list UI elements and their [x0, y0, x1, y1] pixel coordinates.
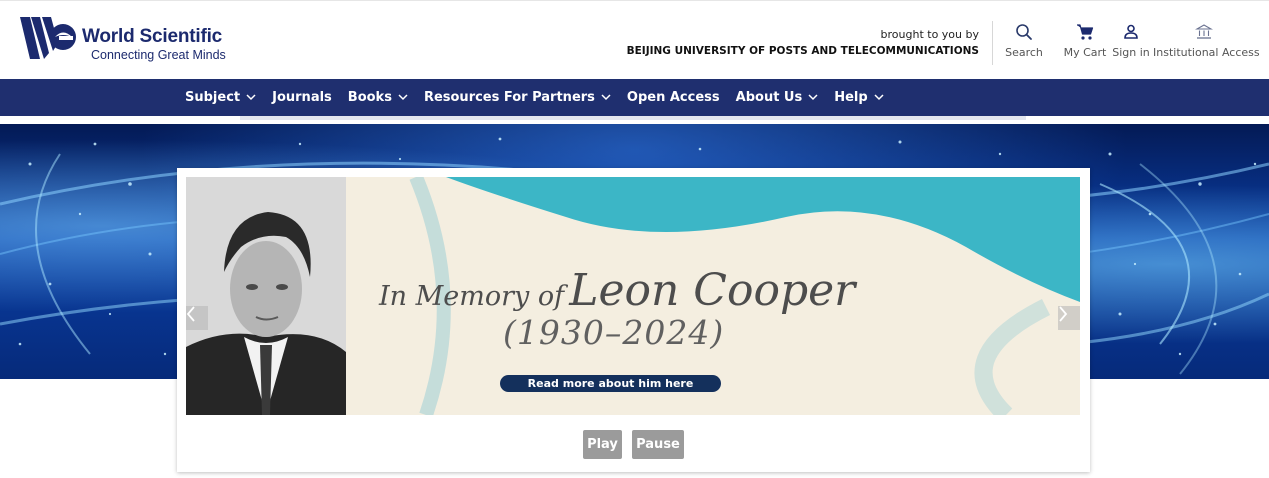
chevron-right-icon [1059, 306, 1068, 322]
sign-in-label: Sign in [1112, 46, 1150, 59]
header-divider [992, 21, 993, 65]
main-navigation: Subject Journals Books Resources For Par… [0, 79, 1269, 116]
chevron-down-icon [874, 94, 884, 101]
carousel-slide[interactable]: In Memory of Leon Cooper (1930–2024) Rea… [186, 177, 1080, 415]
carousel-prev-button[interactable] [186, 306, 208, 330]
play-button[interactable]: Play [583, 430, 622, 459]
pause-button[interactable]: Pause [632, 430, 684, 459]
institutional-access-label: Institutional Access [1153, 46, 1260, 59]
sign-in-button[interactable]: Sign in [1112, 23, 1150, 59]
chevron-down-icon [398, 94, 408, 101]
slide-headline-prefix: In Memory of [379, 281, 565, 312]
cart-icon [1077, 24, 1094, 40]
logo-tagline: Connecting Great Minds [91, 48, 226, 62]
nav-journals-label: Journals [272, 90, 332, 105]
nav-books-label: Books [347, 90, 392, 105]
slide-years: (1930–2024) [503, 313, 725, 352]
site-header: World Scientific Connecting Great Minds … [0, 0, 1269, 79]
my-cart-label: My Cart [1063, 46, 1107, 59]
carousel-next-button[interactable] [1058, 306, 1080, 330]
nav-resources-for-partners[interactable]: Resources For Partners [416, 79, 619, 116]
chevron-down-icon [246, 94, 256, 101]
nav-subject[interactable]: Subject [177, 79, 264, 116]
institution-icon [1194, 24, 1213, 39]
nav-resources-label: Resources For Partners [423, 90, 595, 105]
my-cart-button[interactable]: My Cart [1063, 23, 1107, 59]
logo-title: World Scientific [82, 26, 223, 47]
search-button[interactable]: Search [1005, 23, 1043, 59]
brought-to-you-by: brought to you by BEIJING UNIVERSITY OF … [627, 28, 979, 57]
nav-open-access[interactable]: Open Access [619, 79, 728, 116]
chevron-down-icon [601, 94, 611, 101]
institution-name: BEIJING UNIVERSITY OF POSTS AND TELECOMM… [626, 45, 979, 57]
world-scientific-logo[interactable]: World Scientific Connecting Great Minds [18, 13, 248, 65]
institutional-access-button[interactable]: Institutional Access [1153, 23, 1260, 59]
ws-logo-mark-icon [20, 17, 76, 59]
brought-label: brought to you by [880, 28, 979, 41]
nav-help[interactable]: Help [826, 79, 891, 116]
slide-headline: In Memory of Leon Cooper [379, 265, 855, 316]
search-icon [1016, 24, 1032, 40]
chevron-left-icon [186, 306, 195, 322]
nav-underline-strip [240, 116, 1026, 120]
user-icon [1124, 24, 1138, 39]
nav-about-us-label: About Us [735, 90, 803, 105]
search-label: Search [1005, 46, 1043, 59]
slide-headline-name: Leon Cooper [569, 265, 856, 316]
nav-open-access-label: Open Access [626, 90, 720, 105]
carousel: In Memory of Leon Cooper (1930–2024) Rea… [177, 168, 1090, 472]
read-more-button[interactable]: Read more about him here [500, 375, 721, 392]
nav-books[interactable]: Books [340, 79, 416, 116]
nav-journals[interactable]: Journals [264, 79, 340, 116]
nav-about-us[interactable]: About Us [728, 79, 827, 116]
chevron-down-icon [808, 94, 818, 101]
nav-subject-label: Subject [185, 90, 241, 105]
nav-help-label: Help [834, 90, 868, 105]
